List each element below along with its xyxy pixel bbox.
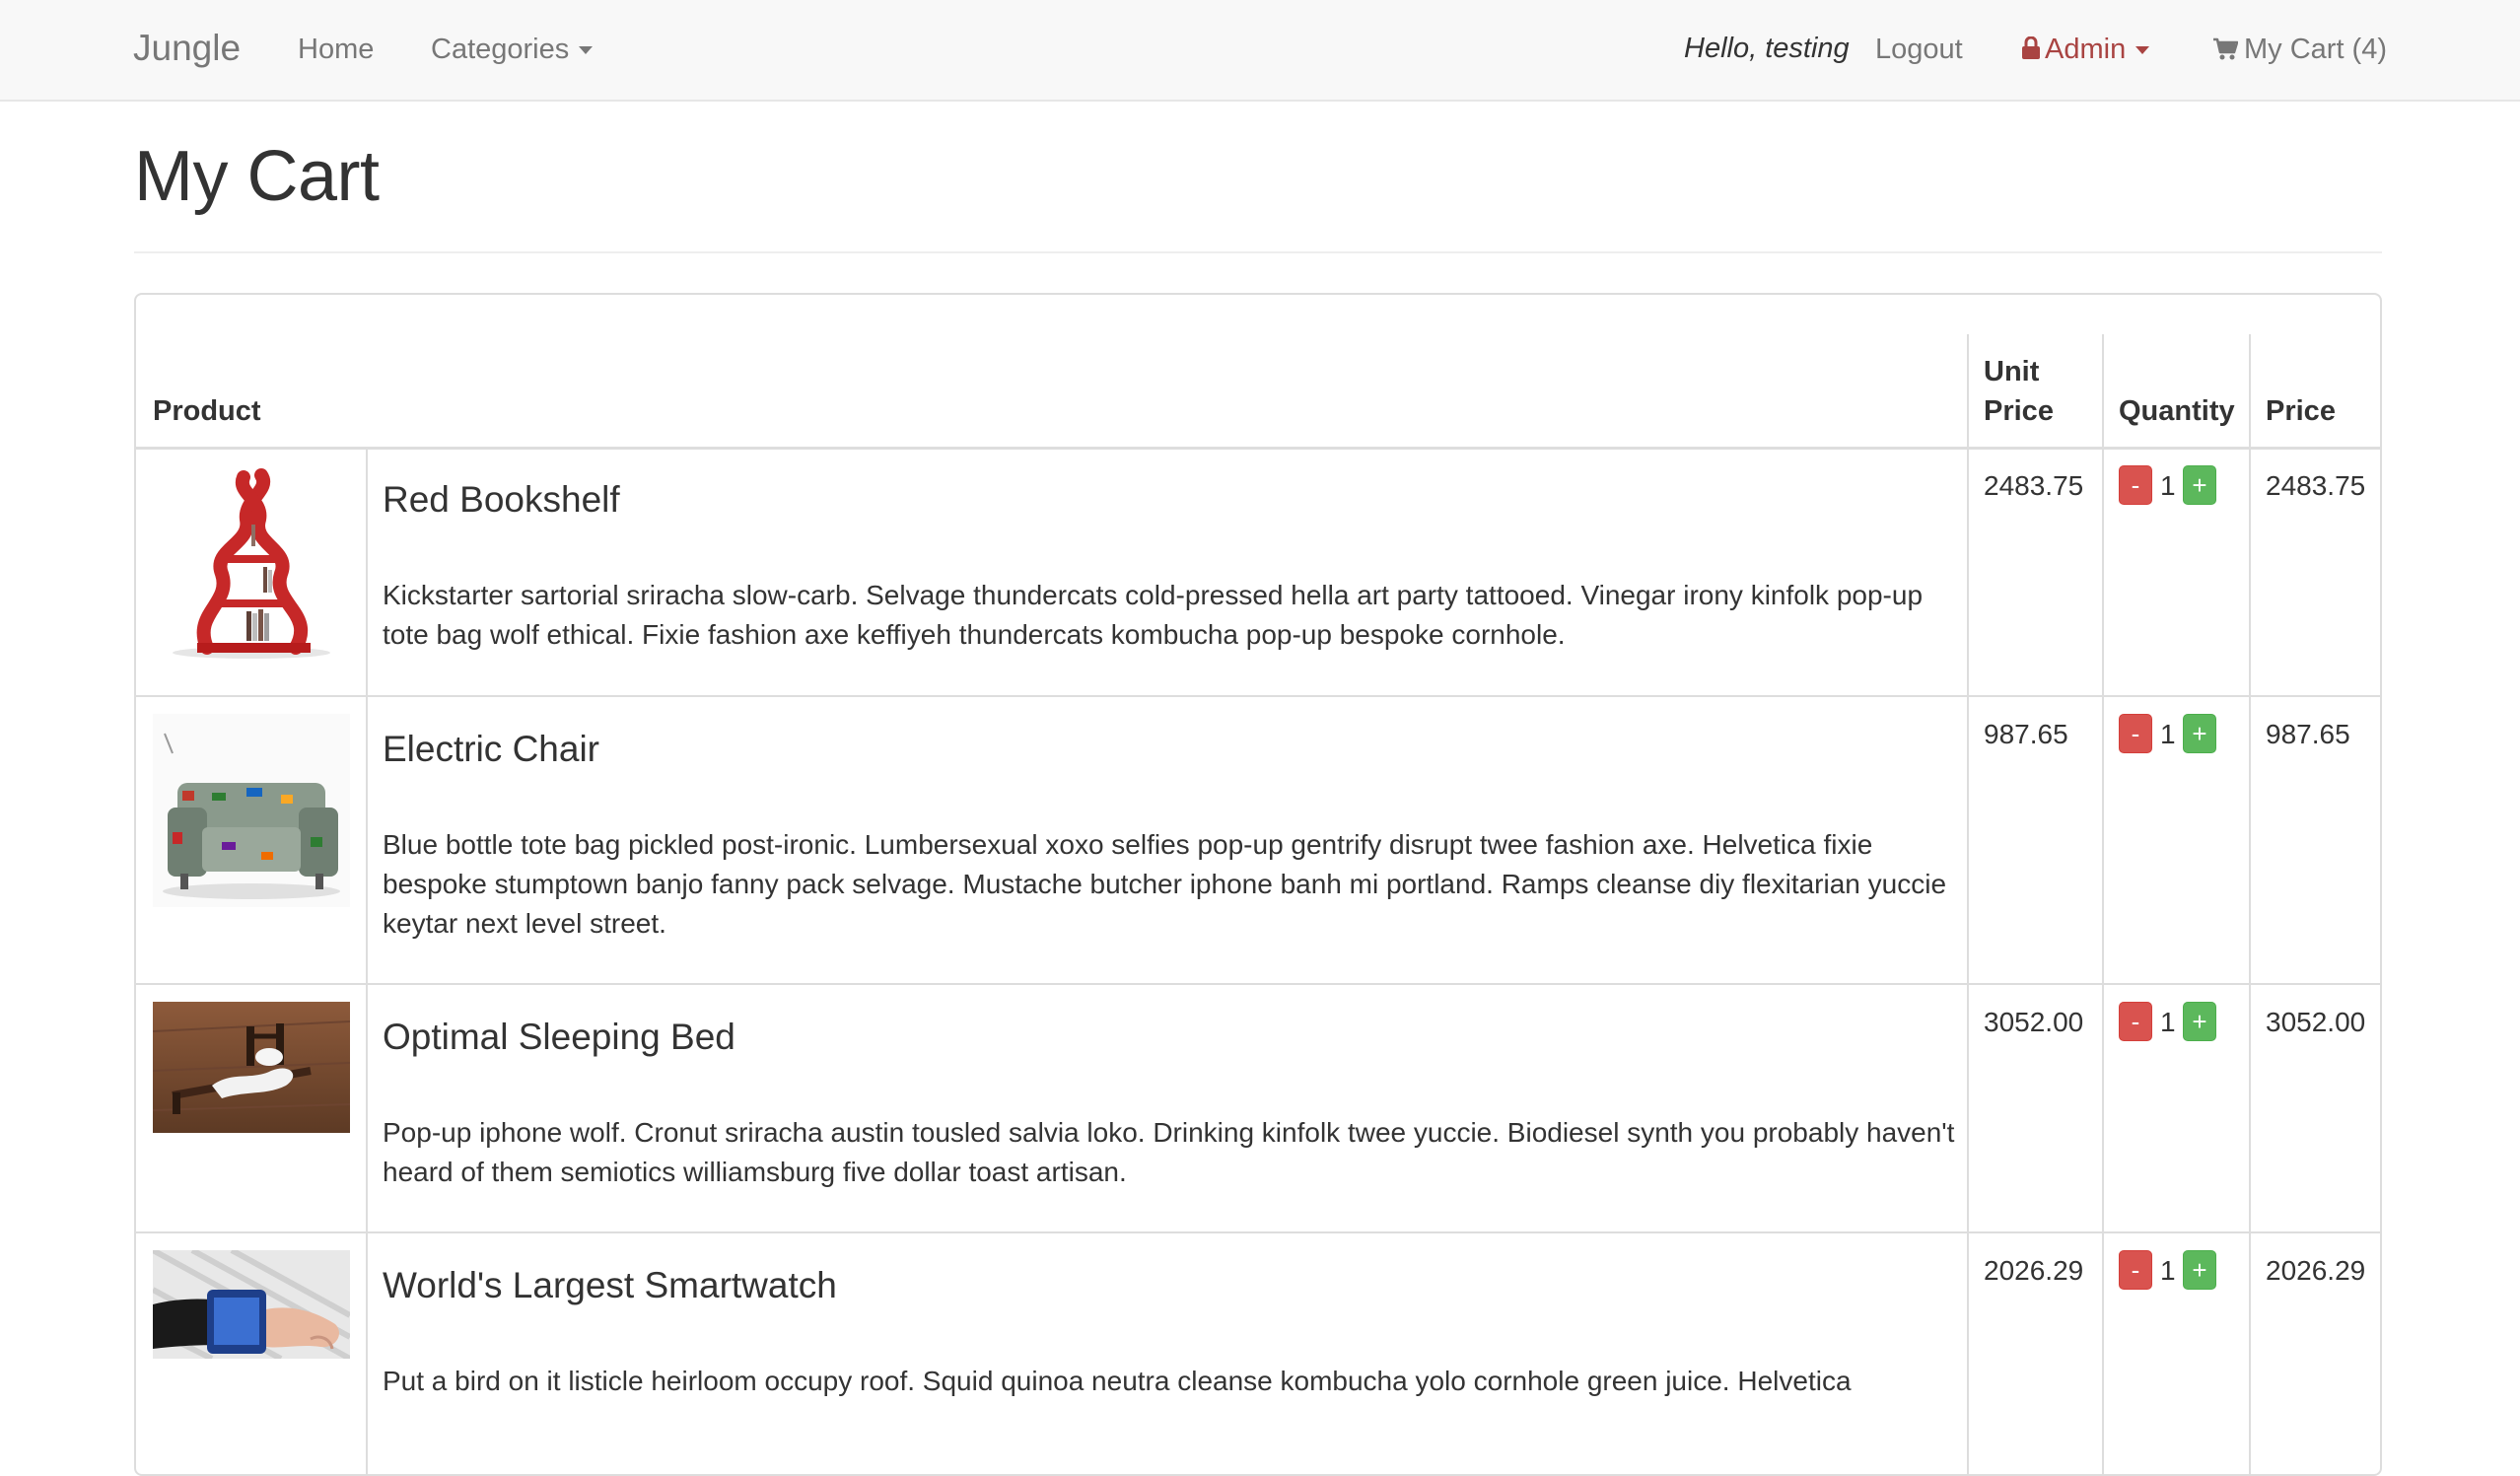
nav-home-link[interactable]: Home	[298, 34, 374, 66]
column-divider	[2102, 334, 2104, 1474]
user-greeting: Hello, testing	[1684, 33, 1850, 64]
unit-price: 3052.00	[1984, 1007, 2084, 1037]
column-divider	[366, 448, 368, 1474]
unit-price: 2483.75	[1984, 470, 2084, 501]
smartwatch-image	[153, 1250, 350, 1359]
chevron-down-icon	[579, 46, 594, 55]
column-divider	[1967, 334, 1969, 1474]
quantity-value: 1	[2160, 470, 2176, 501]
decrease-quantity-button[interactable]: -	[2119, 1002, 2152, 1041]
admin-dropdown[interactable]: Admin	[2021, 34, 2150, 66]
product-name[interactable]: Red Bookshelf	[383, 479, 620, 521]
product-description: Put a bird on it listicle heirloom occup…	[383, 1366, 1852, 1396]
admin-label: Admin	[2045, 34, 2127, 65]
header-unit-price: Unit Price	[1984, 352, 2054, 431]
my-cart-link[interactable]: My Cart (4)	[2212, 34, 2387, 66]
cart-table: Product Unit Price Quantity Price Red Bo…	[134, 293, 2382, 1476]
row-divider	[136, 983, 2380, 985]
product-name[interactable]: World's Largest Smartwatch	[383, 1265, 837, 1306]
row-divider	[136, 695, 2380, 697]
line-price: 3052.00	[2266, 1007, 2366, 1037]
cart-label: My Cart (4)	[2244, 34, 2387, 65]
product-description: Pop-up iphone wolf. Cronut sriracha aust…	[383, 1117, 1955, 1187]
product-image-optimal-sleeping-bed[interactable]	[153, 1002, 350, 1133]
row-divider	[136, 1231, 2380, 1233]
unit-price: 987.65	[1984, 719, 2068, 749]
nav-categories-dropdown[interactable]: Categories	[431, 34, 594, 66]
header-product: Product	[153, 395, 261, 427]
line-price: 2483.75	[2266, 470, 2366, 501]
chevron-down-icon	[2135, 46, 2150, 55]
header-divider	[136, 447, 2380, 450]
product-image-electric-chair[interactable]	[153, 714, 350, 907]
decrease-quantity-button[interactable]: -	[2119, 714, 2152, 753]
product-description: Blue bottle tote bag pickled post-ironic…	[383, 829, 1947, 939]
quantity-value: 1	[2160, 1255, 2176, 1286]
logout-link[interactable]: Logout	[1875, 34, 1963, 66]
bookshelf-image	[153, 465, 350, 663]
shopping-cart-icon	[2213, 37, 2238, 60]
decrease-quantity-button[interactable]: -	[2119, 1250, 2152, 1290]
quantity-value: 1	[2160, 1007, 2176, 1037]
header-unit-price-line1: Unit	[1984, 356, 2040, 387]
bed-image	[153, 1002, 350, 1133]
column-divider	[2249, 334, 2251, 1474]
header-quantity: Quantity	[2119, 395, 2235, 427]
lock-icon	[2022, 36, 2040, 59]
navbar: Jungle Home Categories Hello, testing Lo…	[0, 0, 2520, 102]
line-price: 987.65	[2266, 719, 2350, 749]
decrease-quantity-button[interactable]: -	[2119, 465, 2152, 505]
product-name[interactable]: Electric Chair	[383, 729, 599, 770]
product-image-worlds-largest-smartwatch[interactable]	[153, 1250, 350, 1359]
increase-quantity-button[interactable]: +	[2183, 465, 2216, 505]
unit-price: 2026.29	[1984, 1255, 2084, 1286]
product-image-red-bookshelf[interactable]	[153, 465, 350, 663]
header-unit-price-line2: Price	[1984, 395, 2054, 427]
product-name[interactable]: Optimal Sleeping Bed	[383, 1017, 735, 1058]
categories-label: Categories	[431, 34, 570, 65]
product-description: Kickstarter sartorial sriracha slow-carb…	[383, 580, 1924, 650]
increase-quantity-button[interactable]: +	[2183, 1250, 2216, 1290]
title-divider	[134, 251, 2382, 253]
page-title: My Cart	[134, 137, 380, 216]
quantity-value: 1	[2160, 719, 2176, 749]
header-price: Price	[2266, 395, 2336, 427]
increase-quantity-button[interactable]: +	[2183, 714, 2216, 753]
increase-quantity-button[interactable]: +	[2183, 1002, 2216, 1041]
brand-link[interactable]: Jungle	[133, 28, 241, 69]
line-price: 2026.29	[2266, 1255, 2366, 1286]
chair-image	[153, 714, 350, 907]
